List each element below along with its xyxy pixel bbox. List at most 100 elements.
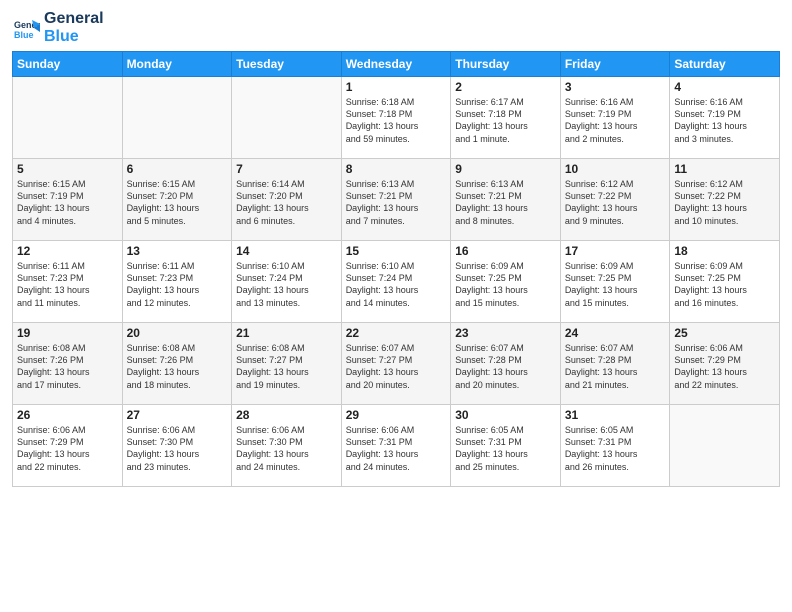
- calendar-cell: 3 Sunrise: 6:16 AM Sunset: 7:19 PM Daylig…: [560, 77, 670, 159]
- day-info: Sunrise: 6:12 AM Sunset: 7:22 PM Dayligh…: [674, 178, 775, 227]
- calendar-cell: 30Sunrise: 6:05 AM Sunset: 7:31 PM Dayli…: [451, 405, 561, 487]
- day-number: 5: [17, 162, 118, 176]
- calendar-cell: [122, 77, 232, 159]
- day-info: Sunrise: 6:05 AM Sunset: 7:31 PM Dayligh…: [565, 424, 666, 473]
- calendar-cell: 27 Sunrise: 6:06 AM Sunset: 7:30 PM Dayli…: [122, 405, 232, 487]
- calendar-week-row: 12 Sunrise: 6:11 AM Sunset: 7:23 PM Dayli…: [13, 241, 780, 323]
- day-info: Sunrise: 6:16 AM Sunset: 7:19 PM Dayligh…: [674, 96, 775, 145]
- day-info: Sunrise: 6:09 AM Sunset: 7:25 PM Dayligh…: [674, 260, 775, 309]
- calendar-cell: 24Sunrise: 6:07 AM Sunset: 7:28 PM Dayli…: [560, 323, 670, 405]
- day-number: 10: [565, 162, 666, 176]
- day-info: Sunrise: 6:07 AM Sunset: 7:28 PM Dayligh…: [565, 342, 666, 391]
- logo: General Blue General Blue: [12, 10, 104, 45]
- day-info: Sunrise: 6:15 AM Sunset: 7:19 PM Dayligh…: [17, 178, 118, 227]
- day-info: Sunrise: 6:06 AM Sunset: 7:29 PM Dayligh…: [17, 424, 118, 473]
- day-number: 15: [346, 244, 447, 258]
- day-info: Sunrise: 6:17 AM Sunset: 7:18 PM Dayligh…: [455, 96, 556, 145]
- day-number: 9: [455, 162, 556, 176]
- day-number: 18: [674, 244, 775, 258]
- day-info: Sunrise: 6:12 AM Sunset: 7:22 PM Dayligh…: [565, 178, 666, 227]
- calendar-cell: 9 Sunrise: 6:13 AM Sunset: 7:21 PM Daylig…: [451, 159, 561, 241]
- weekday-header-row: SundayMondayTuesdayWednesdayThursdayFrid…: [13, 52, 780, 77]
- calendar-cell: 17 Sunrise: 6:09 AM Sunset: 7:25 PM Dayli…: [560, 241, 670, 323]
- calendar-cell: 26 Sunrise: 6:06 AM Sunset: 7:29 PM Dayli…: [13, 405, 123, 487]
- weekday-header: Monday: [122, 52, 232, 77]
- day-info: Sunrise: 6:05 AM Sunset: 7:31 PM Dayligh…: [455, 424, 556, 473]
- day-number: 28: [236, 408, 337, 422]
- calendar-cell: 7 Sunrise: 6:14 AM Sunset: 7:20 PM Daylig…: [232, 159, 342, 241]
- calendar-cell: 19 Sunrise: 6:08 AM Sunset: 7:26 PM Dayli…: [13, 323, 123, 405]
- day-number: 3: [565, 80, 666, 94]
- day-info: Sunrise: 6:10 AM Sunset: 7:24 PM Dayligh…: [346, 260, 447, 309]
- calendar-cell: 23Sunrise: 6:07 AM Sunset: 7:28 PM Dayli…: [451, 323, 561, 405]
- day-number: 12: [17, 244, 118, 258]
- day-number: 19: [17, 326, 118, 340]
- day-info: Sunrise: 6:13 AM Sunset: 7:21 PM Dayligh…: [346, 178, 447, 227]
- weekday-header: Saturday: [670, 52, 780, 77]
- day-number: 16: [455, 244, 556, 258]
- calendar-cell: 14 Sunrise: 6:10 AM Sunset: 7:24 PM Dayli…: [232, 241, 342, 323]
- day-number: 14: [236, 244, 337, 258]
- calendar-cell: 25Sunrise: 6:06 AM Sunset: 7:29 PM Dayli…: [670, 323, 780, 405]
- day-info: Sunrise: 6:06 AM Sunset: 7:30 PM Dayligh…: [236, 424, 337, 473]
- day-info: Sunrise: 6:09 AM Sunset: 7:25 PM Dayligh…: [565, 260, 666, 309]
- calendar-cell: 20 Sunrise: 6:08 AM Sunset: 7:26 PM Dayli…: [122, 323, 232, 405]
- weekday-header: Sunday: [13, 52, 123, 77]
- calendar-cell: 22Sunrise: 6:07 AM Sunset: 7:27 PM Dayli…: [341, 323, 451, 405]
- calendar-cell: [13, 77, 123, 159]
- day-number: 25: [674, 326, 775, 340]
- day-info: Sunrise: 6:14 AM Sunset: 7:20 PM Dayligh…: [236, 178, 337, 227]
- day-info: Sunrise: 6:16 AM Sunset: 7:19 PM Dayligh…: [565, 96, 666, 145]
- day-info: Sunrise: 6:07 AM Sunset: 7:27 PM Dayligh…: [346, 342, 447, 391]
- logo-icon: General Blue: [12, 14, 40, 42]
- day-number: 20: [127, 326, 228, 340]
- calendar-week-row: 26 Sunrise: 6:06 AM Sunset: 7:29 PM Dayli…: [13, 405, 780, 487]
- calendar-cell: 18 Sunrise: 6:09 AM Sunset: 7:25 PM Dayli…: [670, 241, 780, 323]
- calendar-cell: 2 Sunrise: 6:17 AM Sunset: 7:18 PM Daylig…: [451, 77, 561, 159]
- day-number: 26: [17, 408, 118, 422]
- day-number: 4: [674, 80, 775, 94]
- day-number: 21: [236, 326, 337, 340]
- day-number: 23: [455, 326, 556, 340]
- day-info: Sunrise: 6:08 AM Sunset: 7:26 PM Dayligh…: [127, 342, 228, 391]
- calendar-cell: 6Sunrise: 6:15 AM Sunset: 7:20 PM Daylig…: [122, 159, 232, 241]
- svg-text:Blue: Blue: [14, 30, 34, 40]
- calendar-cell: 12 Sunrise: 6:11 AM Sunset: 7:23 PM Dayli…: [13, 241, 123, 323]
- day-number: 2: [455, 80, 556, 94]
- day-info: Sunrise: 6:08 AM Sunset: 7:27 PM Dayligh…: [236, 342, 337, 391]
- day-info: Sunrise: 6:08 AM Sunset: 7:26 PM Dayligh…: [17, 342, 118, 391]
- calendar-cell: 16 Sunrise: 6:09 AM Sunset: 7:25 PM Dayli…: [451, 241, 561, 323]
- day-info: Sunrise: 6:06 AM Sunset: 7:31 PM Dayligh…: [346, 424, 447, 473]
- day-info: Sunrise: 6:11 AM Sunset: 7:23 PM Dayligh…: [17, 260, 118, 309]
- calendar-cell: 15 Sunrise: 6:10 AM Sunset: 7:24 PM Dayli…: [341, 241, 451, 323]
- calendar: SundayMondayTuesdayWednesdayThursdayFrid…: [12, 51, 780, 487]
- day-number: 8: [346, 162, 447, 176]
- calendar-cell: 21 Sunrise: 6:08 AM Sunset: 7:27 PM Dayli…: [232, 323, 342, 405]
- calendar-cell: 13Sunrise: 6:11 AM Sunset: 7:23 PM Dayli…: [122, 241, 232, 323]
- calendar-cell: 4 Sunrise: 6:16 AM Sunset: 7:19 PM Daylig…: [670, 77, 780, 159]
- calendar-cell: 8 Sunrise: 6:13 AM Sunset: 7:21 PM Daylig…: [341, 159, 451, 241]
- calendar-cell: 1Sunrise: 6:18 AM Sunset: 7:18 PM Daylig…: [341, 77, 451, 159]
- day-number: 1: [346, 80, 447, 94]
- day-info: Sunrise: 6:11 AM Sunset: 7:23 PM Dayligh…: [127, 260, 228, 309]
- day-number: 6: [127, 162, 228, 176]
- weekday-header: Tuesday: [232, 52, 342, 77]
- weekday-header: Friday: [560, 52, 670, 77]
- day-info: Sunrise: 6:06 AM Sunset: 7:30 PM Dayligh…: [127, 424, 228, 473]
- calendar-cell: 11Sunrise: 6:12 AM Sunset: 7:22 PM Dayli…: [670, 159, 780, 241]
- calendar-cell: 31 Sunrise: 6:05 AM Sunset: 7:31 PM Dayli…: [560, 405, 670, 487]
- calendar-cell: 28 Sunrise: 6:06 AM Sunset: 7:30 PM Dayli…: [232, 405, 342, 487]
- calendar-week-row: 1Sunrise: 6:18 AM Sunset: 7:18 PM Daylig…: [13, 77, 780, 159]
- day-number: 31: [565, 408, 666, 422]
- calendar-cell: [670, 405, 780, 487]
- calendar-cell: [232, 77, 342, 159]
- day-number: 7: [236, 162, 337, 176]
- day-info: Sunrise: 6:10 AM Sunset: 7:24 PM Dayligh…: [236, 260, 337, 309]
- calendar-cell: 5 Sunrise: 6:15 AM Sunset: 7:19 PM Daylig…: [13, 159, 123, 241]
- day-number: 17: [565, 244, 666, 258]
- day-number: 27: [127, 408, 228, 422]
- calendar-week-row: 19 Sunrise: 6:08 AM Sunset: 7:26 PM Dayli…: [13, 323, 780, 405]
- day-info: Sunrise: 6:13 AM Sunset: 7:21 PM Dayligh…: [455, 178, 556, 227]
- calendar-week-row: 5 Sunrise: 6:15 AM Sunset: 7:19 PM Daylig…: [13, 159, 780, 241]
- day-info: Sunrise: 6:09 AM Sunset: 7:25 PM Dayligh…: [455, 260, 556, 309]
